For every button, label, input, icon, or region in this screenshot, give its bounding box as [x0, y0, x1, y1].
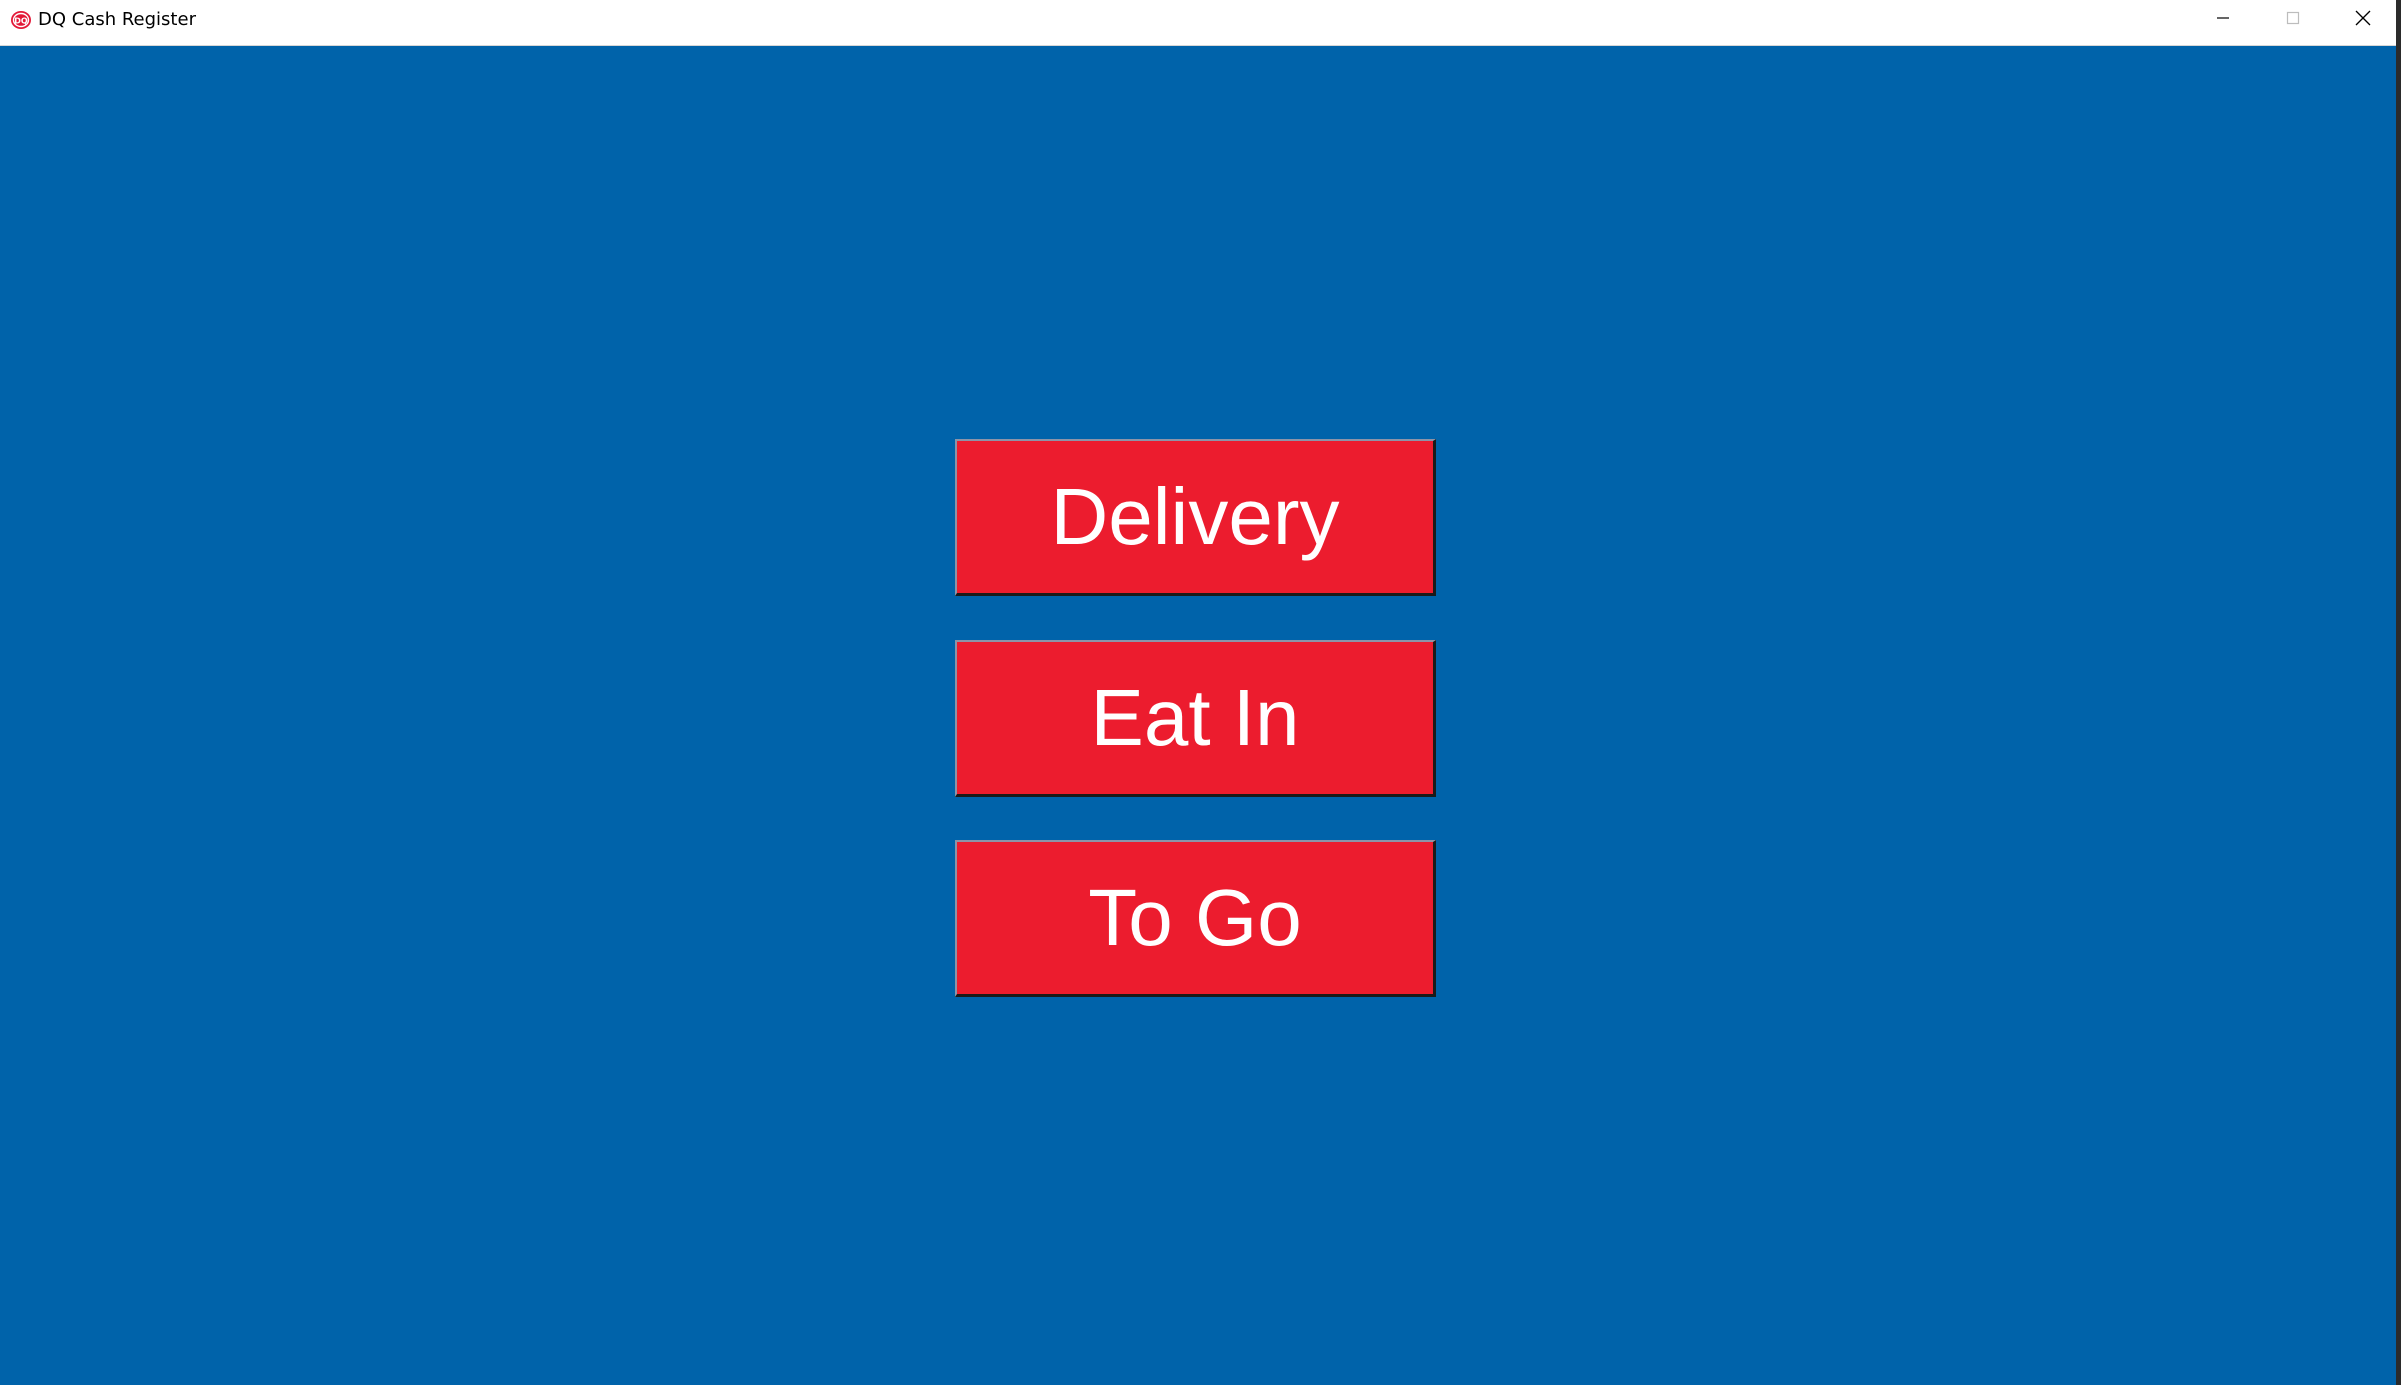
to-go-button[interactable]: To Go	[955, 840, 1436, 997]
minimize-icon	[2215, 10, 2231, 31]
app-window: DQ DQ Cash Register Delivery Eat In To G…	[0, 0, 2396, 1385]
maximize-button[interactable]	[2258, 0, 2328, 40]
title-bar: DQ DQ Cash Register	[0, 0, 2396, 46]
close-button[interactable]	[2328, 0, 2398, 40]
delivery-button[interactable]: Delivery	[955, 439, 1436, 596]
eat-in-button[interactable]: Eat In	[955, 640, 1436, 797]
svg-text:DQ: DQ	[14, 17, 28, 26]
minimize-button[interactable]	[2188, 0, 2258, 40]
window-title: DQ Cash Register	[38, 9, 196, 30]
main-content: Delivery Eat In To Go	[0, 46, 2396, 1385]
close-icon	[2354, 9, 2372, 32]
dq-logo-icon: DQ	[10, 9, 32, 31]
maximize-icon	[2285, 10, 2301, 31]
window-edge	[2396, 0, 2401, 1385]
